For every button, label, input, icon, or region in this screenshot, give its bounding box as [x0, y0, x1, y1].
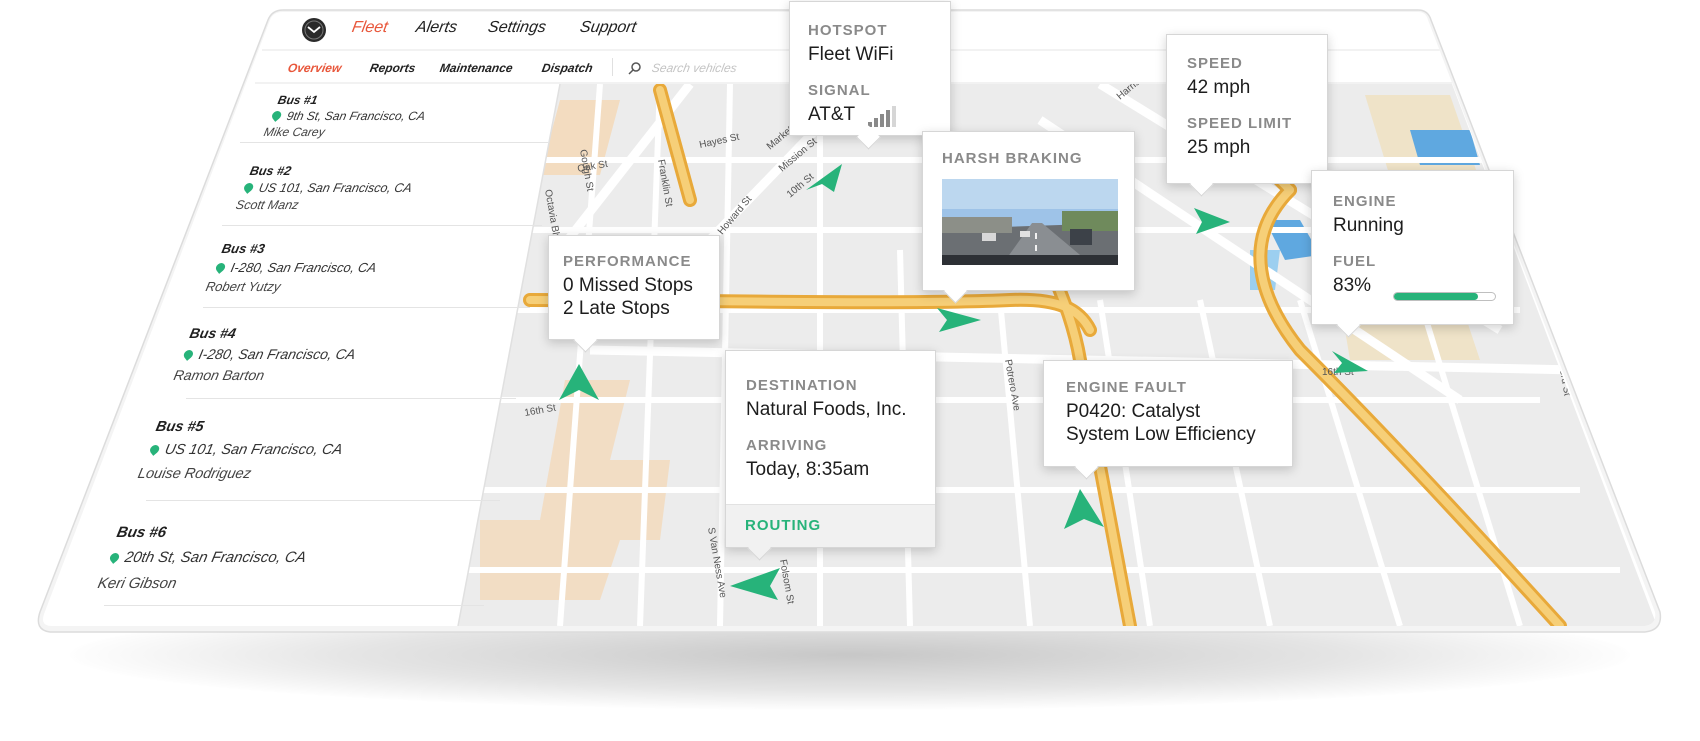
- engine-label: ENGINE: [1333, 193, 1397, 210]
- hotspot-value: Fleet WiFi: [808, 44, 894, 65]
- destination-card[interactable]: DESTINATION Natural Foods, Inc. ARRIVING…: [725, 350, 936, 561]
- logo-icon: [304, 20, 324, 40]
- subnav-tab-overview[interactable]: Overview: [287, 61, 343, 75]
- destination-value: Natural Foods, Inc.: [746, 399, 907, 420]
- signal-bar: [880, 114, 884, 127]
- fault-description: System Low Efficiency: [1066, 424, 1256, 445]
- bus-name: Bus #6: [115, 524, 169, 541]
- bus-location: 9th St, San Francisco, CA: [270, 109, 427, 123]
- speed-card[interactable]: SPEED 42 mph SPEED LIMIT 25 mph: [1166, 34, 1328, 197]
- hotspot-label: HOTSPOT: [808, 22, 888, 39]
- speed-limit-value: 25 mph: [1187, 137, 1251, 158]
- fuel-value: 83%: [1333, 275, 1372, 296]
- subnav-tab-reports[interactable]: Reports: [369, 61, 417, 75]
- bus-location: US 101, San Francisco, CA: [242, 181, 414, 195]
- nav-tab-settings[interactable]: Settings: [486, 19, 548, 37]
- bus-location: I-280, San Francisco, CA: [214, 260, 378, 275]
- harsh-braking-label: HARSH BRAKING: [942, 150, 1083, 167]
- vehicle-arrow-icon[interactable]: [1188, 204, 1232, 238]
- bus-location: US 101, San Francisco, CA: [148, 442, 344, 458]
- device: Hayes St Oak St Market St Mission St 10th St…: [0, 0, 1700, 741]
- location-pin-icon: [214, 261, 227, 274]
- location-pin-icon: [108, 551, 121, 564]
- location-pin-icon: [242, 181, 255, 194]
- bus-driver: Keri Gibson: [96, 575, 179, 592]
- harsh-braking-card[interactable]: HARSH BRAKING: [922, 131, 1135, 304]
- speed-value: 42 mph: [1187, 77, 1251, 98]
- bus-driver: Mike Carey: [262, 125, 327, 139]
- performance-label: PERFORMANCE: [563, 253, 692, 270]
- destination-label: DESTINATION: [746, 377, 858, 394]
- engine-fault-label: ENGINE FAULT: [1066, 379, 1187, 396]
- bus-name: Bus #5: [154, 419, 206, 435]
- bus-location-text: 20th St, San Francisco, CA: [123, 549, 308, 566]
- location-pin-icon: [270, 109, 283, 122]
- vehicle-arrow-icon[interactable]: [1062, 487, 1106, 531]
- nav-tab-support[interactable]: Support: [578, 19, 638, 37]
- search-input[interactable]: Search vehicles: [651, 61, 738, 75]
- location-pin-icon: [182, 348, 195, 361]
- bus-location-text: US 101, San Francisco, CA: [163, 442, 345, 458]
- fuel-gauge: [1393, 292, 1496, 301]
- vehicle-arrow-icon[interactable]: [802, 162, 846, 196]
- bus-name: Bus #3: [220, 241, 267, 256]
- late-stops: 2 Late Stops: [563, 298, 670, 319]
- routing-label[interactable]: ROUTING: [745, 517, 821, 534]
- engine-card[interactable]: ENGINE Running FUEL 83%: [1311, 170, 1514, 338]
- location-pin-icon: [148, 443, 161, 456]
- search-icon[interactable]: [628, 61, 642, 80]
- arriving-label: ARRIVING: [746, 437, 828, 454]
- speed-limit-label: SPEED LIMIT: [1187, 115, 1293, 132]
- signal-bar: [874, 118, 878, 127]
- fuel-gauge-fill: [1394, 293, 1478, 300]
- vehicle-arrow-icon[interactable]: [1330, 345, 1370, 375]
- engine-fault-card[interactable]: ENGINE FAULT P0420: Catalyst System Low …: [1043, 360, 1293, 480]
- bus-driver: Scott Manz: [234, 198, 301, 212]
- list-divider: [104, 605, 484, 606]
- bus-name: Bus #2: [248, 164, 293, 178]
- bus-name: Bus #4: [188, 325, 238, 341]
- fault-code: P0420: Catalyst: [1066, 401, 1201, 422]
- bus-location-text: 9th St, San Francisco, CA: [285, 109, 427, 123]
- dashcam-thumbnail[interactable]: [942, 179, 1118, 265]
- signal-bar: [892, 106, 896, 127]
- vehicle-arrow-icon[interactable]: [728, 566, 782, 602]
- fuel-label: FUEL: [1333, 253, 1377, 270]
- nav-tab-alerts[interactable]: Alerts: [414, 19, 459, 37]
- list-divider: [146, 500, 500, 501]
- list-divider: [186, 398, 516, 399]
- signal-bar: [886, 110, 890, 127]
- signal-label: SIGNAL: [808, 82, 871, 99]
- hotspot-card[interactable]: HOTSPOT Fleet WiFi SIGNAL AT&T: [789, 1, 951, 150]
- arriving-value: Today, 8:35am: [746, 459, 870, 480]
- list-divider: [222, 225, 542, 226]
- performance-card[interactable]: PERFORMANCE 0 Missed Stops 2 Late Stops: [548, 235, 720, 353]
- signal-bars-icon: [868, 106, 896, 127]
- bus-location: I-280, San Francisco, CA: [182, 346, 357, 362]
- app-logo[interactable]: [302, 18, 326, 42]
- engine-value: Running: [1333, 215, 1404, 236]
- bus-location-text: I-280, San Francisco, CA: [229, 260, 378, 275]
- missed-stops: 0 Missed Stops: [563, 275, 693, 296]
- list-divider: [203, 307, 530, 308]
- list-divider: [240, 142, 548, 143]
- vehicle-arrow-icon[interactable]: [557, 362, 601, 402]
- subnav-divider: [612, 58, 613, 76]
- bus-driver: Ramon Barton: [172, 367, 266, 383]
- speed-label: SPEED: [1187, 55, 1243, 72]
- bus-driver: Louise Rodriguez: [136, 466, 253, 482]
- bus-location-text: I-280, San Francisco, CA: [197, 346, 358, 362]
- signal-value: AT&T: [808, 104, 856, 125]
- nav-tab-fleet[interactable]: Fleet: [350, 19, 390, 37]
- bus-location: 20th St, San Francisco, CA: [108, 549, 308, 566]
- bus-location-text: US 101, San Francisco, CA: [257, 181, 414, 195]
- subnav-tab-maintenance[interactable]: Maintenance: [439, 61, 514, 75]
- bus-name: Bus #1: [276, 93, 319, 107]
- bus-driver: Robert Yutzy: [204, 279, 283, 294]
- vehicle-arrow-icon[interactable]: [935, 304, 983, 334]
- subnav-tab-dispatch[interactable]: Dispatch: [541, 61, 594, 75]
